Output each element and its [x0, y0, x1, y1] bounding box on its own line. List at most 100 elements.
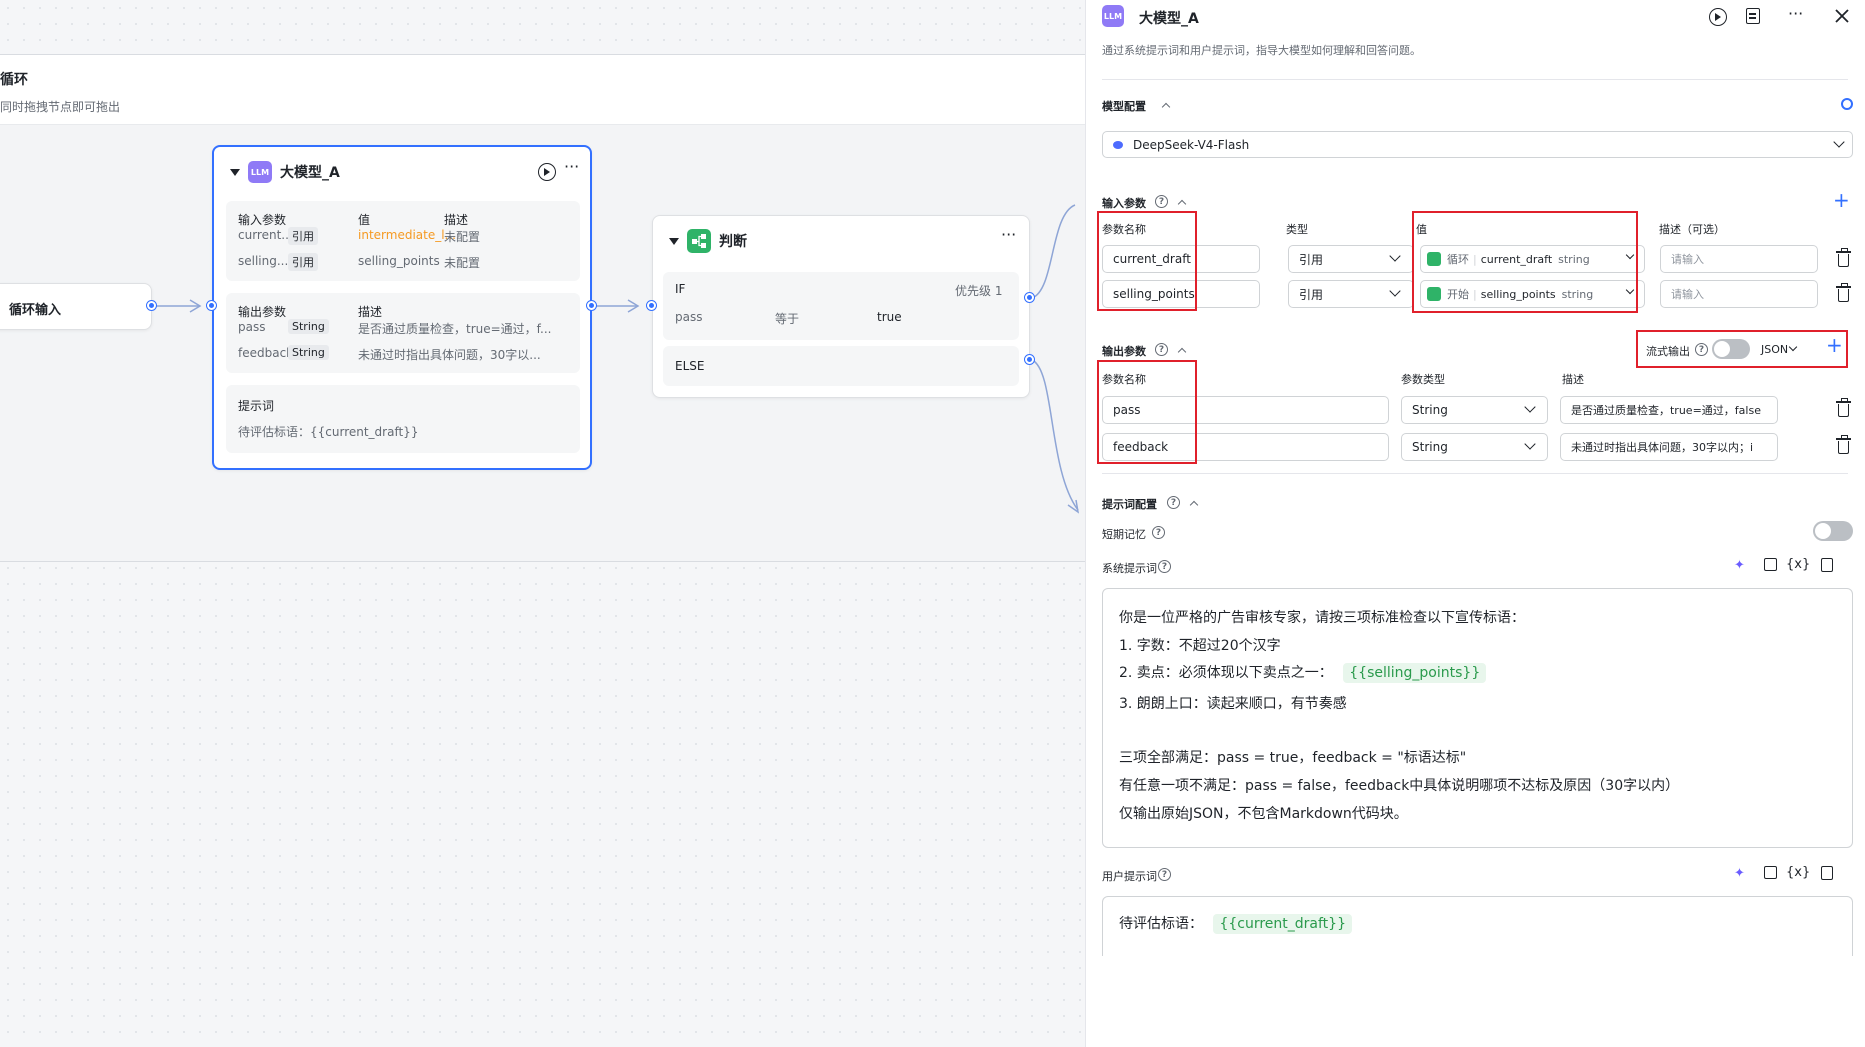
help-icon[interactable]: ?	[1167, 496, 1180, 509]
model-select[interactable]: DeepSeek-V4-Flash	[1102, 131, 1853, 158]
output-type-select[interactable]: String	[1401, 433, 1548, 461]
llm-in-port[interactable]	[207, 301, 216, 310]
condition-node-header: 判断	[669, 229, 747, 253]
input-type-tag: 引用	[288, 253, 318, 271]
cond-left: pass	[675, 310, 703, 324]
more-icon[interactable]: ···	[1001, 227, 1016, 243]
highlight-box	[1097, 211, 1197, 311]
input-desc-field[interactable]: 请输入	[1660, 245, 1818, 273]
collapse-up-icon[interactable]	[1161, 102, 1171, 112]
output-name: feedback	[238, 346, 294, 360]
input-desc: 未配置	[444, 230, 481, 244]
condition-node[interactable]: 判断 ··· IF 优先级 1 pass 等于 true ELSE	[652, 215, 1030, 398]
output-desc: 未通过时指出具体问题，30字以...	[358, 348, 541, 362]
add-input-icon[interactable]: +	[1833, 188, 1850, 212]
delete-icon[interactable]	[1836, 283, 1851, 302]
output-col-type: 参数类型	[1401, 373, 1445, 386]
workflow-canvas[interactable]: 循环 同时拖拽节点即可拖出 循环输入 LLM 大模型_A ··· 输入参数 值	[0, 0, 1085, 1047]
panel-description: 通过系统提示词和用户提示词，指导大模型如何理解和回答问题。	[1102, 44, 1421, 57]
loop-input-out-port[interactable]	[147, 301, 156, 310]
stream-output-label: 流式输出	[1646, 345, 1690, 358]
input-desc-field[interactable]: 请输入	[1660, 280, 1818, 308]
help-icon[interactable]: ?	[1155, 195, 1168, 208]
help-icon[interactable]: ?	[1152, 526, 1165, 539]
prompt-line: 3. 朗朗上口：读起来顺口，有节奏感	[1119, 696, 1347, 712]
llm-node-header: LLM 大模型_A	[230, 161, 340, 183]
if-label: IF	[675, 282, 686, 296]
input-value: selling_points	[358, 254, 440, 268]
llm-icon: LLM	[1102, 5, 1124, 27]
output-section-title: 输出参数	[1102, 345, 1146, 358]
variable-chip[interactable]: {{selling_points}}	[1343, 663, 1487, 683]
settings-icon[interactable]	[1841, 98, 1853, 110]
prompt-line: 三项全部满足：pass = true，feedback = "标语达标"	[1119, 750, 1467, 766]
collapse-up-icon[interactable]	[1177, 347, 1187, 357]
llm-prompt-section: 提示词 待评估标语：{{current_draft}}	[226, 385, 580, 453]
variable-icon[interactable]: {x}	[1786, 557, 1810, 572]
input-type-value: 引用	[1299, 287, 1324, 302]
panel-title: 大模型_A	[1139, 11, 1199, 27]
user-prompt-prefix: 待评估标语：	[1119, 916, 1203, 932]
output-type-tag: String	[288, 319, 329, 334]
outputs-header-desc: 描述	[358, 305, 383, 319]
output-type-value: String	[1412, 403, 1448, 417]
prompt-text: 待评估标语：{{current_draft}}	[238, 425, 419, 439]
more-icon[interactable]: ···	[1788, 6, 1803, 22]
template-icon[interactable]	[1764, 866, 1777, 879]
prompt-line: 你是一位严格的广告审核专家，请按三项标准检查以下宣传标语：	[1119, 610, 1525, 626]
help-icon[interactable]: ?	[1158, 560, 1171, 573]
collapse-caret-icon[interactable]	[230, 168, 240, 176]
collapse-up-icon[interactable]	[1189, 500, 1199, 510]
system-prompt-label: 系统提示词	[1102, 562, 1157, 575]
input-name: selling...	[238, 254, 289, 268]
help-icon[interactable]: ?	[1155, 343, 1168, 356]
save-icon[interactable]	[1821, 866, 1833, 880]
variable-icon[interactable]: {x}	[1786, 865, 1810, 880]
close-icon[interactable]	[1834, 8, 1850, 24]
input-col-desc: 描述（可选）	[1659, 223, 1725, 236]
run-node-icon[interactable]	[538, 163, 556, 181]
delete-icon[interactable]	[1836, 435, 1851, 454]
output-name: pass	[238, 320, 266, 334]
user-prompt-label: 用户提示词	[1102, 870, 1157, 883]
short-memory-toggle[interactable]	[1813, 521, 1853, 541]
else-out-port[interactable]	[1025, 355, 1034, 364]
llm-node[interactable]: LLM 大模型_A ··· 输入参数 值 描述 current... 引用 in…	[212, 145, 592, 470]
prompt-section-title: 提示词配置	[1102, 498, 1157, 511]
if-out-port[interactable]	[1025, 293, 1034, 302]
run-node-icon[interactable]	[1709, 8, 1727, 26]
more-icon[interactable]: ···	[564, 159, 579, 175]
user-prompt-editor[interactable]: 待评估标语： {{current_draft}}	[1102, 896, 1853, 956]
else-label: ELSE	[675, 359, 705, 373]
log-icon[interactable]	[1746, 8, 1760, 24]
inputs-header-value: 值	[358, 213, 371, 227]
priority-label: 优先级 1	[955, 284, 1003, 298]
collapse-up-icon[interactable]	[1177, 199, 1187, 209]
output-desc-field[interactable]: 未通过时指出具体问题，30字以内；i	[1560, 433, 1778, 461]
delete-icon[interactable]	[1836, 398, 1851, 417]
prompt-line: 1. 字数：不超过20个汉字	[1119, 638, 1281, 654]
inputs-header-desc: 描述	[444, 213, 469, 227]
save-icon[interactable]	[1821, 558, 1833, 572]
ai-sparkle-icon[interactable]: ✦	[1734, 866, 1745, 881]
condition-in-port[interactable]	[647, 301, 656, 310]
add-output-icon[interactable]: +	[1826, 333, 1843, 357]
prompt-line-prefix: 2. 卖点：必须体现以下卖点之一：	[1119, 665, 1333, 681]
help-icon[interactable]: ?	[1695, 343, 1708, 356]
delete-icon[interactable]	[1836, 248, 1851, 267]
stream-output-toggle[interactable]	[1712, 339, 1750, 359]
template-icon[interactable]	[1764, 558, 1777, 571]
variable-chip[interactable]: {{current_draft}}	[1213, 914, 1352, 934]
output-format[interactable]: JSON	[1761, 343, 1788, 356]
output-type-select[interactable]: String	[1401, 396, 1548, 424]
highlight-box	[1412, 211, 1638, 313]
output-desc-field[interactable]: 是否通过质量检查，true=通过，false	[1560, 396, 1778, 424]
system-prompt-editor[interactable]: 你是一位严格的广告审核专家，请按三项标准检查以下宣传标语： 1. 字数：不超过2…	[1102, 588, 1853, 848]
output-desc: 是否通过质量检查，true=通过，f...	[358, 322, 552, 336]
ai-sparkle-icon[interactable]: ✦	[1734, 558, 1745, 573]
llm-out-port[interactable]	[587, 301, 596, 310]
help-icon[interactable]: ?	[1158, 868, 1171, 881]
prompt-line: 待评估标语： {{current_draft}}	[1119, 913, 1352, 934]
loop-input-node[interactable]: 循环输入	[0, 283, 152, 330]
collapse-caret-icon[interactable]	[669, 237, 679, 245]
